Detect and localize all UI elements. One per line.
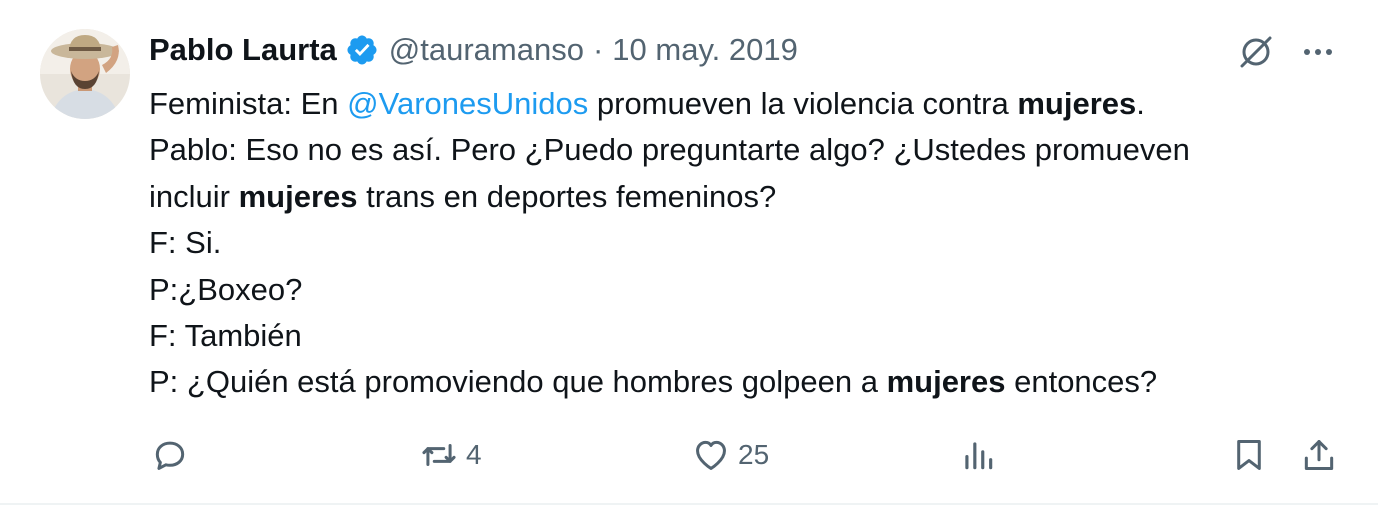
bold-text: mujeres — [238, 178, 358, 214]
tweet-text: Feminista: En @VaronesUnidos promueven l… — [149, 81, 1329, 406]
retweet-count: 4 — [466, 439, 482, 470]
more-icon[interactable] — [1298, 32, 1338, 72]
action-bar: 4 25 — [0, 430, 1378, 480]
like-count: 25 — [738, 439, 770, 470]
retweet-icon — [422, 443, 456, 467]
top-actions — [1236, 32, 1338, 72]
text-line: F: También — [149, 318, 302, 354]
author-name[interactable]: Pablo Laurta — [149, 32, 337, 68]
text-span: . — [1136, 86, 1145, 121]
mention-link[interactable]: @VaronesUnidos — [347, 86, 588, 121]
text-span: entonces? — [1005, 364, 1158, 400]
text-line: F: Si. — [149, 225, 222, 261]
share-icon — [1304, 440, 1334, 470]
author-handle[interactable]: @tauramanso — [389, 32, 584, 68]
verified-badge-icon — [347, 35, 377, 65]
text-span: promueven la violencia contra — [588, 86, 1018, 121]
tweet-header: Pablo Laurta @tauramanso · 10 may. 2019 — [149, 30, 798, 70]
bold-text: mujeres — [886, 364, 1006, 400]
retweet-button[interactable]: 4 — [420, 430, 482, 480]
text-line: Pablo: Eso no es así. Pero ¿Puedo pregun… — [149, 132, 1190, 168]
text-span: incluir — [149, 178, 239, 214]
text-line: incluir mujeres trans en deportes femeni… — [149, 174, 1329, 220]
bookmark-icon — [1237, 440, 1261, 470]
separator-dot: · — [592, 32, 604, 67]
text-span: P: ¿Quién está promoviendo que hombres g… — [149, 364, 887, 400]
heart-icon — [696, 440, 726, 470]
text-span: trans en deportes femeninos? — [357, 178, 777, 214]
avatar[interactable] — [40, 29, 130, 119]
grok-icon[interactable] — [1236, 32, 1276, 72]
reply-icon — [155, 441, 185, 470]
views-icon — [965, 442, 993, 470]
share-button[interactable] — [1300, 430, 1338, 480]
like-button[interactable]: 25 — [692, 430, 769, 480]
reply-button[interactable] — [151, 430, 197, 480]
text-line: Feminista: En @VaronesUnidos promueven l… — [149, 81, 1329, 127]
tweet-date[interactable]: 10 may. 2019 — [612, 32, 798, 68]
views-button[interactable] — [959, 430, 1005, 480]
bookmark-button[interactable] — [1230, 430, 1268, 480]
bold-text: mujeres — [1017, 86, 1137, 121]
text-line: P:¿Boxeo? — [149, 271, 303, 307]
tweet[interactable]: Pablo Laurta @tauramanso · 10 may. 2019 … — [0, 0, 1378, 505]
text-line: P: ¿Quién está promoviendo que hombres g… — [149, 359, 1329, 405]
text-span: Feminista: En — [149, 86, 348, 121]
